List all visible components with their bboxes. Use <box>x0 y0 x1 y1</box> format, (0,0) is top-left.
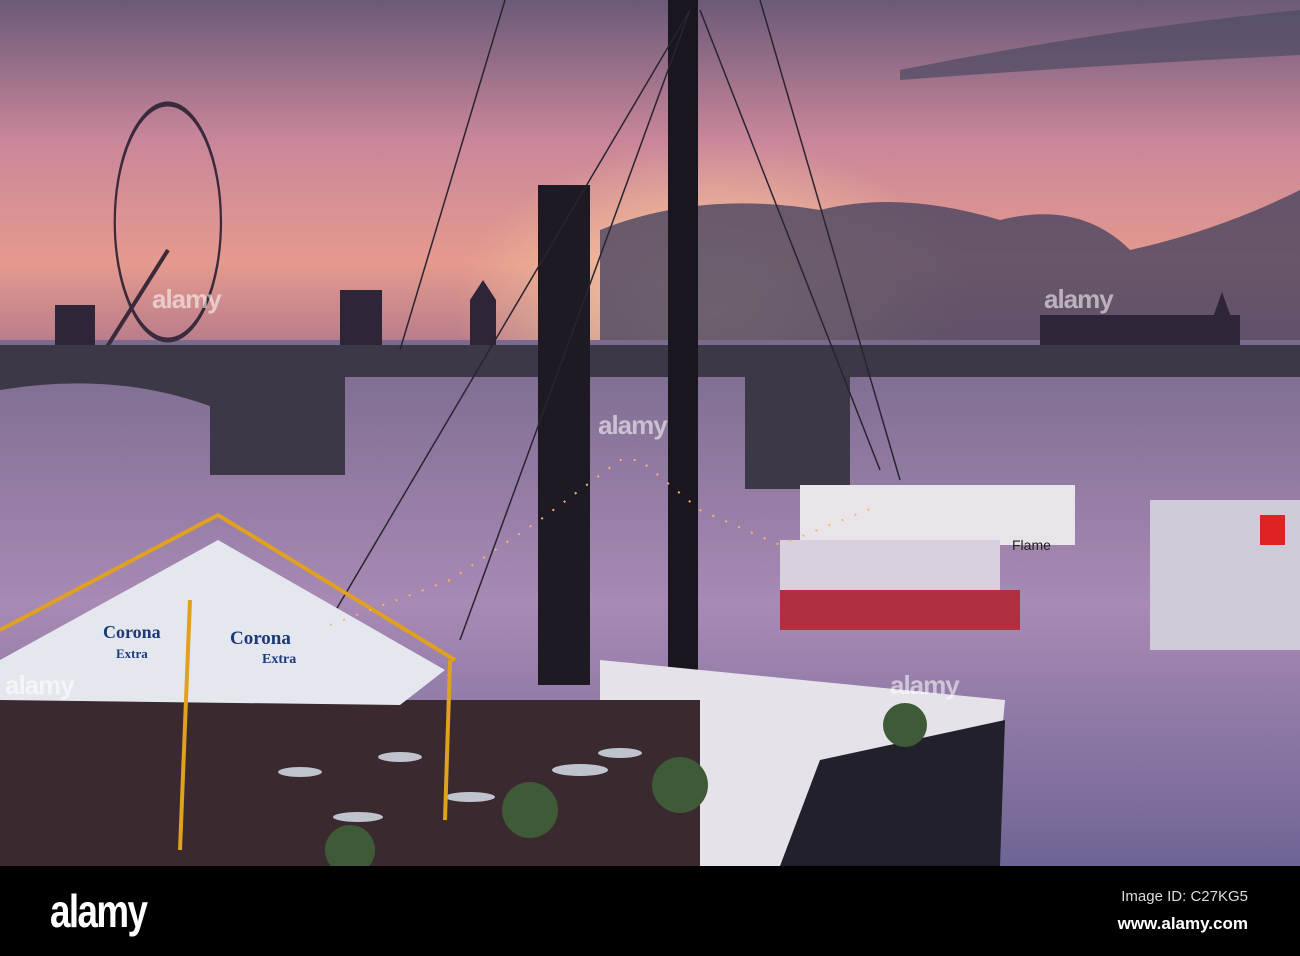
watermark: alamy <box>890 670 960 700</box>
tent-sub-left: Extra <box>116 646 148 661</box>
tent-sub-right: Extra <box>262 652 296 667</box>
site-url: www.alamy.com <box>1117 914 1248 933</box>
tent-brand-right: Corona <box>230 628 291 649</box>
mast <box>668 0 698 700</box>
footer-bar: alamy Image ID: C27KG5 www.alamy.com <box>0 866 1300 956</box>
alamy-logo: alamy <box>50 885 148 937</box>
pillar <box>538 185 590 685</box>
watermark: alamy <box>5 670 75 700</box>
watermark: alamy <box>598 410 668 440</box>
watermark: alamy <box>152 284 222 314</box>
tent-brand-left: Corona <box>103 622 161 642</box>
boat-name: Flame <box>1012 537 1051 553</box>
image-id: Image ID: C27KG5 <box>1121 888 1248 905</box>
watermark: alamy <box>1044 284 1114 314</box>
